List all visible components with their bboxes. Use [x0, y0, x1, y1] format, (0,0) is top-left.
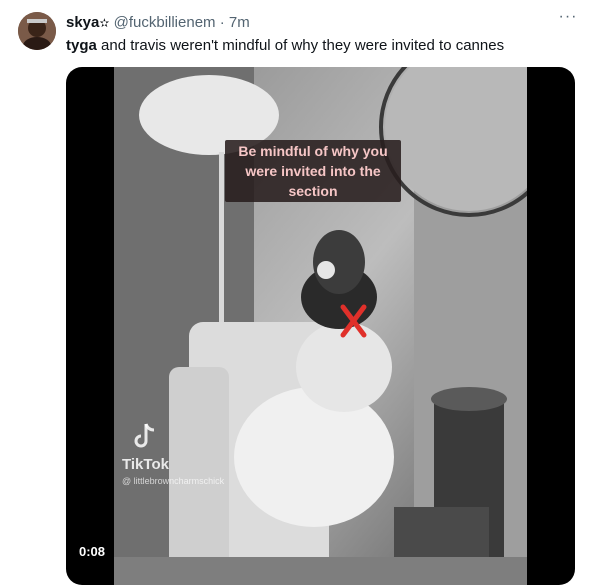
star-icon: ✫ [99, 16, 110, 30]
tweet-text: tyga and travis weren't mindful of why t… [66, 36, 504, 55]
separator-dot: · [219, 14, 225, 31]
timestamp[interactable]: 7m [229, 14, 250, 31]
tiktok-wordmark: TikTok [122, 456, 169, 473]
tweet-text-bold: tyga [66, 37, 97, 54]
tweet-text-rest: and travis weren't mindful of why they w… [96, 37, 505, 54]
tiktok-logo-icon [134, 423, 155, 448]
avatar[interactable] [18, 12, 56, 50]
tiktok-username: @ littlebrowncharmschick [122, 476, 225, 486]
tweet-card[interactable]: skya✫ @fuckbillienem · 7m ··· tyga and t… [0, 0, 595, 585]
tweet-header: skya✫ @fuckbillienem · 7m [66, 13, 250, 33]
more-options-icon[interactable]: ··· [558, 9, 578, 28]
video-duration: 0:08 [74, 541, 111, 562]
video-caption: Be mindful of why you were invited into … [225, 140, 401, 202]
user-handle[interactable]: @fuckbillienem [114, 14, 216, 31]
display-name[interactable]: skya [66, 14, 99, 31]
video-player[interactable]: Be mindful of why you were invited into … [66, 67, 575, 585]
